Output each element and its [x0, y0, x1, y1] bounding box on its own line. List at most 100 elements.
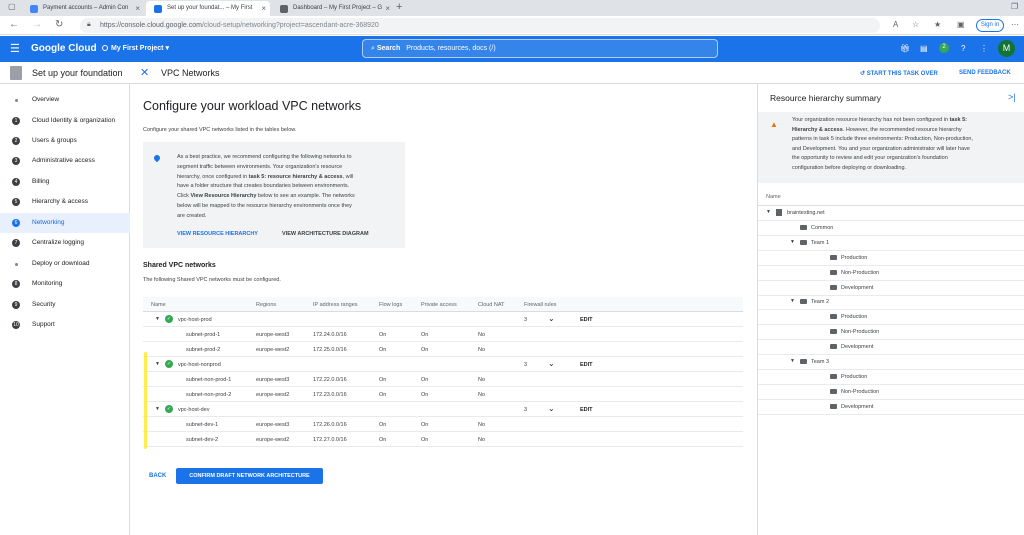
sidebar-item-hierarchy-access[interactable]: 5 Hierarchy & access: [0, 192, 130, 212]
more-menu-icon[interactable]: ⋯: [1011, 20, 1019, 29]
sidebar-item-administrative-access[interactable]: 3 Administrative access: [0, 151, 130, 171]
folder-icon: [830, 388, 837, 394]
sidebar-item-cloud-identity-organization[interactable]: 1 Cloud Identity & organization: [0, 111, 130, 131]
tree-node[interactable]: Development: [758, 281, 1024, 296]
sidebar-item-overview[interactable]: Overview: [0, 90, 130, 110]
sidebar-item-deploy-or-download[interactable]: Deploy or download: [0, 254, 130, 274]
search-input[interactable]: ⌕ Search Products, resources, docs (/): [362, 39, 718, 58]
lock-icon: 🔒︎: [87, 21, 91, 28]
browser-tab-dashboard[interactable]: Dashboard – My First Project – G ×: [272, 1, 394, 16]
expand-caret-icon[interactable]: ▼: [790, 239, 795, 245]
sidebar-item-users-groups[interactable]: 2 Users & groups: [0, 131, 130, 151]
step-number-icon: 2: [12, 137, 20, 145]
expand-caret-icon[interactable]: ▼: [766, 209, 771, 215]
address-bar[interactable]: 🔒︎ https://console.cloud.google.com/clou…: [80, 18, 880, 33]
notifications-badge[interactable]: 2: [939, 43, 949, 53]
network-name: vpc-host-prod: [178, 317, 212, 323]
cloud-shell-icon[interactable]: ▤: [920, 44, 928, 53]
window-menu-icon[interactable]: ▢: [8, 2, 16, 11]
tree-node[interactable]: ▼ braintesting.net: [758, 206, 1024, 221]
expand-caret-icon[interactable]: ▼: [155, 361, 160, 367]
tree-node[interactable]: ▼ Team 2: [758, 295, 1024, 311]
sidebar-item-monitoring[interactable]: 8 Monitoring: [0, 274, 130, 294]
tree-node[interactable]: Production: [758, 310, 1024, 326]
confirm-draft-network-button[interactable]: CONFIRM DRAFT NETWORK ARCHITECTURE: [176, 468, 323, 484]
close-tab-icon[interactable]: ×: [261, 4, 266, 13]
view-resource-hierarchy-link[interactable]: VIEW RESOURCE HIERARCHY: [177, 231, 258, 237]
kebab-menu-icon[interactable]: ⋮: [980, 44, 988, 53]
sidebar-item-networking[interactable]: 6 Networking: [0, 213, 130, 233]
reload-icon[interactable]: ↻: [55, 19, 63, 30]
sign-in-button[interactable]: Sign in: [976, 19, 1004, 32]
chevron-down-icon[interactable]: ⌄: [548, 404, 555, 413]
forward-arrow-icon[interactable]: →: [32, 19, 42, 30]
subnet-flow-logs: On: [379, 422, 387, 428]
page-subheader: Set up your foundation ✕ VPC Networks ↺ …: [0, 62, 1024, 84]
tree-node[interactable]: Development: [758, 340, 1024, 356]
folder-icon: [830, 284, 837, 290]
subnet-row: subnet-dev-1 europe-west3 172.26.0.0/16 On O…: [143, 417, 743, 432]
help-icon[interactable]: ?: [961, 44, 965, 53]
edit-network-button[interactable]: EDIT: [580, 362, 593, 368]
restore-window-icon[interactable]: ❐: [1011, 2, 1018, 11]
search-placeholder: Products, resources, docs (/): [406, 45, 496, 52]
expand-caret-icon[interactable]: ▼: [155, 406, 160, 412]
page-title: VPC Networks: [161, 68, 220, 78]
subnet-ip-range: 172.25.0.0/16: [313, 347, 347, 353]
hamburger-menu-icon[interactable]: ☰: [10, 42, 20, 55]
gift-icon[interactable]: 🎁︎: [900, 44, 910, 53]
edit-network-button[interactable]: EDIT: [580, 317, 593, 323]
subnet-name: subnet-prod-2: [186, 347, 221, 353]
search-label: Search: [376, 45, 401, 52]
tree-node[interactable]: ▼ Team 1: [758, 236, 1024, 251]
tree-node[interactable]: Non-Production: [758, 385, 1024, 400]
avatar[interactable]: M: [998, 40, 1015, 57]
expand-caret-icon[interactable]: ▼: [790, 298, 795, 304]
tree-node[interactable]: Non-Production: [758, 325, 1024, 341]
favorites-icon[interactable]: ★: [934, 20, 941, 29]
tree-node[interactable]: Non-Production: [758, 266, 1024, 281]
tree-node[interactable]: Common: [758, 221, 1024, 236]
warning-line: configuration before deploying or downlo…: [792, 164, 907, 171]
subnet-ip-range: 172.26.0.0/16: [313, 422, 347, 428]
browser-tab-payments[interactable]: Payment accounts – Admin Con ×: [22, 1, 144, 16]
tree-node[interactable]: Production: [758, 251, 1024, 266]
expand-caret-icon[interactable]: ▼: [790, 358, 795, 364]
back-button[interactable]: BACK: [149, 473, 166, 479]
tab-label: Dashboard – My First Project – G: [293, 5, 383, 11]
undo-icon: ↺: [860, 71, 866, 77]
close-tab-icon[interactable]: ×: [135, 4, 140, 13]
tree-node[interactable]: ▼ Team 3: [758, 355, 1024, 370]
google-cloud-logo[interactable]: Google Cloud: [31, 43, 97, 54]
warning-text-part: . However, the recommended resource hier…: [842, 126, 962, 133]
chevron-down-icon[interactable]: ⌄: [548, 359, 555, 368]
view-architecture-diagram-link[interactable]: VIEW ARCHITECTURE DIAGRAM: [282, 231, 369, 237]
warning-text-bold: Hierarchy & access: [792, 126, 843, 133]
collections-icon[interactable]: ▣: [957, 20, 965, 29]
favorites-add-icon[interactable]: ☆: [912, 20, 919, 29]
new-tab-plus-icon[interactable]: +: [396, 1, 402, 13]
warning-text-bold: task 5:: [949, 117, 968, 123]
sidebar-item-label: Hierarchy & access: [32, 198, 88, 205]
sidebar-item-billing[interactable]: 4 Billing: [0, 172, 130, 192]
read-aloud-icon[interactable]: A: [893, 20, 898, 29]
tree-node[interactable]: Production: [758, 370, 1024, 385]
collapse-panel-icon[interactable]: >|: [1008, 92, 1016, 102]
sidebar-item-support[interactable]: 10 Support: [0, 315, 130, 335]
project-selector[interactable]: My First Project ▾: [102, 44, 169, 52]
close-tab-icon[interactable]: ×: [385, 4, 390, 13]
edit-network-button[interactable]: EDIT: [580, 407, 593, 413]
tree-node-label: Production: [841, 314, 868, 321]
sidebar-item-centralize-logging[interactable]: 7 Centralize logging: [0, 233, 130, 253]
start-task-over-button[interactable]: ↺ START THIS TASK OVER: [860, 70, 938, 77]
chevron-down-icon[interactable]: ⌄: [548, 314, 555, 323]
tree-node[interactable]: Development: [758, 400, 1024, 415]
sidebar-item-label: Deploy or download: [32, 260, 90, 267]
expand-caret-icon[interactable]: ▼: [155, 316, 160, 322]
browser-tab-setup[interactable]: Set up your foundat... – My First ×: [146, 1, 270, 16]
shared-vpc-description: The following Shared VPC networks must b…: [143, 277, 281, 283]
back-arrow-icon[interactable]: ←: [9, 19, 19, 30]
close-icon[interactable]: ✕: [140, 66, 149, 79]
send-feedback-button[interactable]: SEND FEEDBACK: [959, 70, 1011, 76]
sidebar-item-security[interactable]: 9 Security: [0, 295, 130, 315]
